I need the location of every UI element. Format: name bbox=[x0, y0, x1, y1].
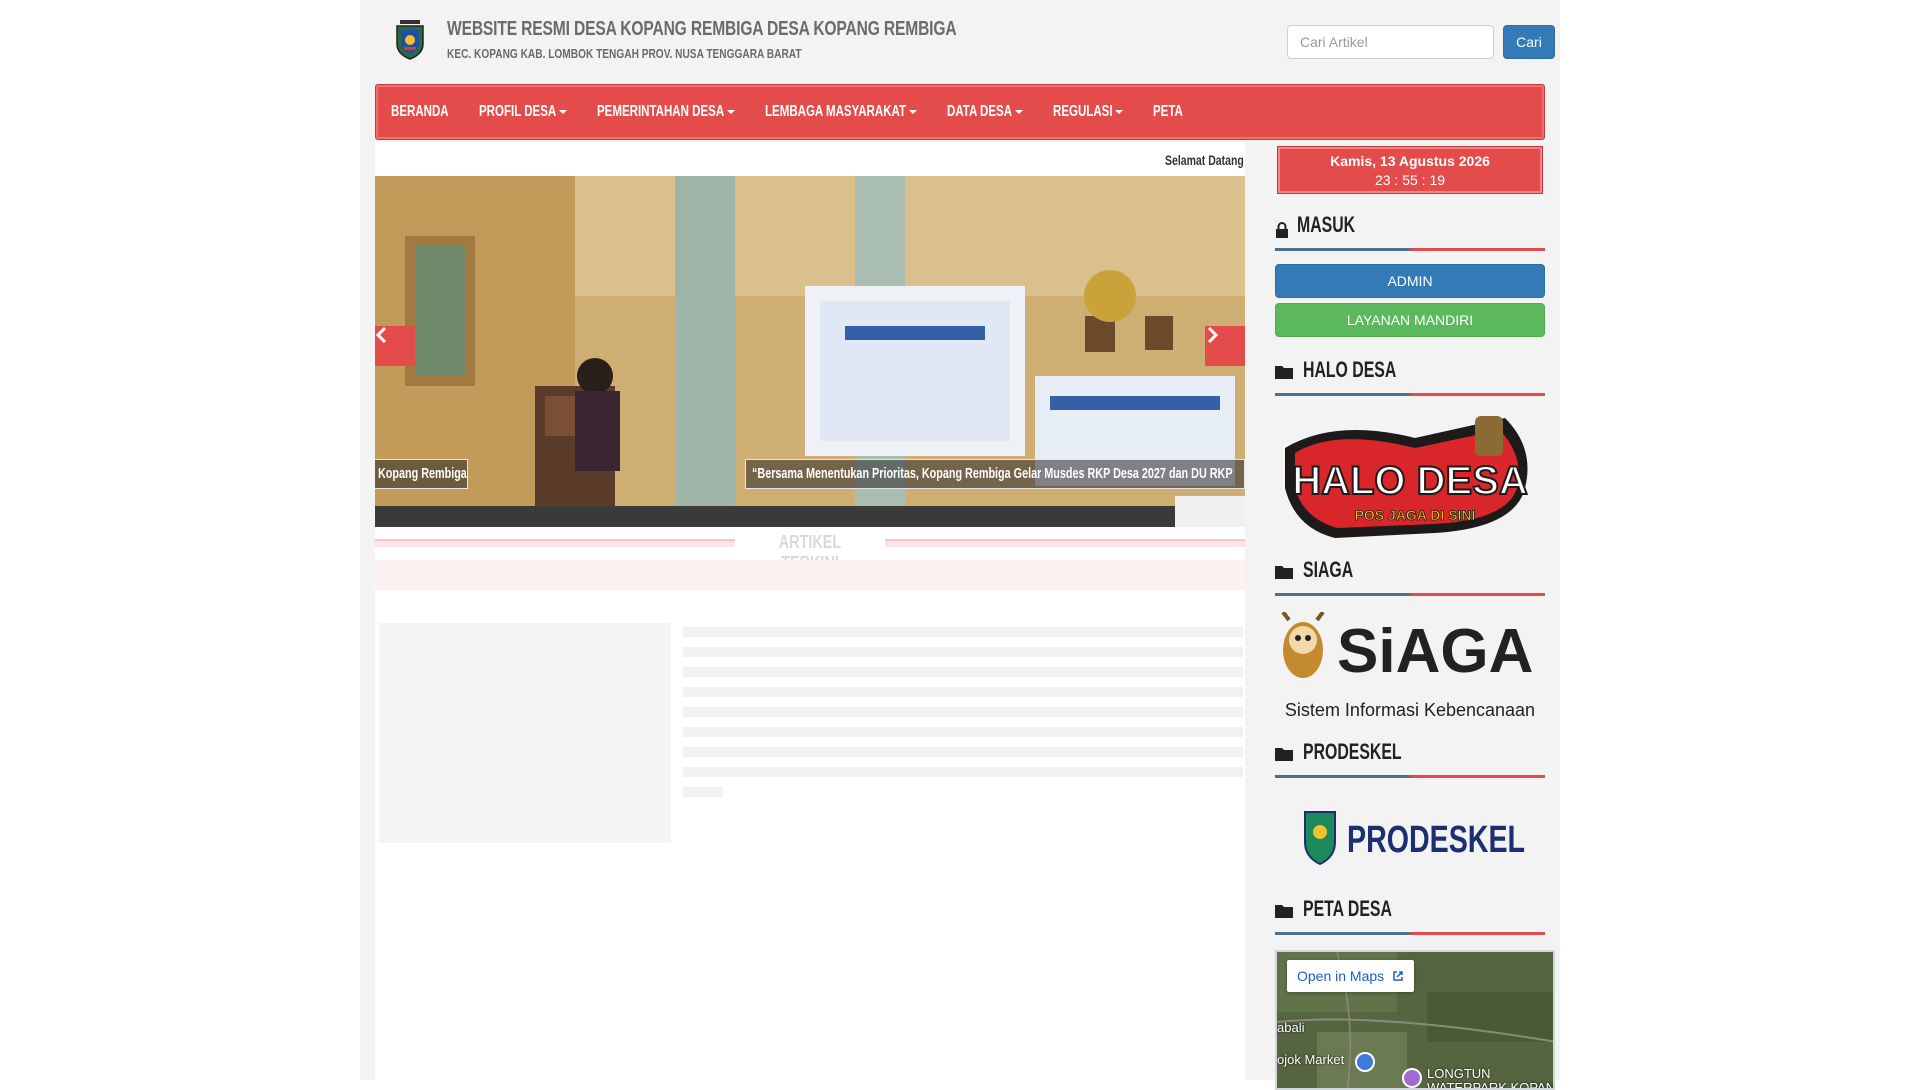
folder-icon bbox=[1275, 566, 1293, 579]
prodeskel-banner[interactable]: PRODESKEL bbox=[1275, 802, 1545, 872]
nav-lembaga-masyarakat[interactable]: LEMBAGA MASYARAKAT bbox=[758, 85, 924, 139]
slide-caption-text: “Bersama Menentukan Prioritas, Kopang Re… bbox=[752, 465, 1233, 482]
current-time: 23 : 55 : 19 bbox=[1374, 172, 1446, 188]
running-text: Selamat Datang bbox=[375, 142, 1245, 176]
widget-title-text: MASUK bbox=[1297, 212, 1356, 237]
title-underline bbox=[1275, 775, 1545, 778]
nav-data-desa[interactable]: DATA DESA bbox=[940, 85, 1030, 139]
article-excerpt bbox=[683, 627, 1243, 807]
main-navbar: BERANDA PROFIL DESA PEMERINTAHAN DESA LE… bbox=[375, 84, 1545, 140]
siaga-caption: Sistem Informasi Kebencanaan bbox=[1285, 700, 1535, 720]
widget-title-prodeskel: PRODESKEL bbox=[1275, 737, 1545, 778]
slider-next-button[interactable] bbox=[1205, 326, 1245, 366]
running-text-label: Selamat Datang bbox=[1165, 152, 1244, 168]
caret-down-icon bbox=[908, 110, 917, 114]
map-pin-icon[interactable] bbox=[1355, 1052, 1375, 1072]
layanan-mandiri-button[interactable]: LAYANAN MANDIRI bbox=[1275, 303, 1545, 337]
caret-down-icon bbox=[1015, 110, 1024, 114]
external-link-icon bbox=[1393, 971, 1403, 981]
map-place-label: WATERPARK KOPAN bbox=[1427, 1080, 1555, 1090]
prodeskel-logo: PRODESKEL bbox=[1304, 811, 1525, 866]
nav-label: DATA DESA bbox=[946, 103, 1012, 120]
page: WEBSITE RESMI DESA KOPANG REMBIGA DESA K… bbox=[360, 0, 1560, 1090]
widget-title-text: PETA DESA bbox=[1303, 896, 1392, 921]
heading-line bbox=[885, 539, 1245, 547]
nav-label: PROFIL DESA bbox=[478, 103, 556, 120]
prodeskel-logo-text: PRODESKEL bbox=[1347, 819, 1525, 861]
slide-caption-previous[interactable]: Kopang Rembiga bbox=[375, 459, 468, 489]
folder-icon bbox=[1275, 366, 1293, 379]
map-place-label: LONGTUN bbox=[1427, 1066, 1491, 1081]
halo-desa-logo: HALO DESA POS JAGA DI SINI bbox=[1285, 416, 1529, 538]
folder-icon bbox=[1275, 905, 1293, 918]
village-logo[interactable] bbox=[394, 20, 426, 60]
title-underline bbox=[1275, 393, 1545, 396]
title-underline bbox=[1275, 248, 1545, 251]
nav-peta[interactable]: PETA bbox=[1146, 85, 1190, 139]
search-input[interactable] bbox=[1287, 25, 1494, 59]
widget-title-text: PRODESKEL bbox=[1303, 739, 1402, 764]
section-heading: ARTIKEL TERKINI bbox=[375, 532, 1245, 573]
header: WEBSITE RESMI DESA KOPANG REMBIGA DESA K… bbox=[375, 0, 1555, 84]
nav-label: PETA bbox=[1153, 103, 1184, 120]
sidebar: Kamis, 13 Agustus 2026 23 : 55 : 19 MASU… bbox=[1275, 142, 1555, 1090]
slide-caption[interactable]: “Bersama Menentukan Prioritas, Kopang Re… bbox=[745, 459, 1245, 489]
widget-title-text: SIAGA bbox=[1303, 557, 1354, 582]
heading-line bbox=[375, 539, 735, 547]
chevron-left-icon bbox=[375, 326, 387, 344]
village-map[interactable]: Open in Maps abali ojok Market LONGTUN W… bbox=[1275, 950, 1555, 1090]
widget-title-masuk: MASUK bbox=[1275, 210, 1545, 251]
map-place-label: ojok Market bbox=[1277, 1052, 1345, 1067]
folder-icon bbox=[1275, 748, 1293, 761]
widget-title-peta-desa: PETA DESA bbox=[1275, 894, 1545, 935]
siaga-banner[interactable]: SiAGA Sistem Informasi Kebencanaan bbox=[1275, 610, 1545, 724]
article-thumbnail bbox=[379, 623, 671, 843]
nav-label: LEMBAGA MASYARAKAT bbox=[764, 103, 906, 120]
lock-icon bbox=[1276, 222, 1288, 238]
date-time-widget: Kamis, 13 Agustus 2026 23 : 55 : 19 bbox=[1277, 146, 1543, 194]
main-content: Selamat Datang Kopang Rembiga “Bersama M… bbox=[375, 142, 1245, 1080]
site-subtitle: KEC. KOPANG KAB. LOMBOK TENGAH PROV. NUS… bbox=[447, 46, 802, 61]
caret-down-icon bbox=[559, 110, 568, 114]
nav-label: PEMERINTAHAN DESA bbox=[597, 103, 725, 120]
admin-login-button[interactable]: ADMIN bbox=[1275, 264, 1545, 298]
nav-label: REGULASI bbox=[1053, 103, 1113, 120]
nav-regulasi[interactable]: REGULASI bbox=[1046, 85, 1130, 139]
article-title-bar bbox=[375, 560, 1245, 590]
halo-desa-logo-tagline: POS JAGA DI SINI bbox=[1355, 507, 1476, 523]
map-place-label: abali bbox=[1277, 1020, 1305, 1035]
widget-title-halo-desa: HALO DESA bbox=[1275, 355, 1545, 396]
nav-pemerintahan-desa[interactable]: PEMERINTAHAN DESA bbox=[590, 85, 742, 139]
widget-title-siaga: SIAGA bbox=[1275, 555, 1545, 596]
news-slider[interactable]: Kopang Rembiga “Bersama Menentukan Prior… bbox=[375, 176, 1245, 527]
slider-prev-button[interactable] bbox=[375, 326, 415, 366]
open-in-maps-label: Open in Maps bbox=[1297, 968, 1385, 984]
caret-down-icon bbox=[726, 110, 735, 114]
siaga-logo-text: SiAGA bbox=[1337, 617, 1533, 686]
nav-label: BERANDA bbox=[391, 103, 449, 120]
current-date: Kamis, 13 Agustus 2026 bbox=[1330, 153, 1490, 169]
halo-desa-banner[interactable]: HALO DESA POS JAGA DI SINI bbox=[1275, 408, 1545, 548]
nav-beranda[interactable]: BERANDA bbox=[384, 85, 456, 139]
title-underline bbox=[1275, 932, 1545, 935]
search-button[interactable]: Cari bbox=[1503, 25, 1555, 59]
caret-down-icon bbox=[1115, 110, 1124, 114]
halo-desa-logo-text: HALO DESA bbox=[1292, 459, 1528, 503]
nav-profil-desa[interactable]: PROFIL DESA bbox=[472, 85, 575, 139]
site-title: WEBSITE RESMI DESA KOPANG REMBIGA DESA K… bbox=[447, 18, 957, 40]
title-underline bbox=[1275, 593, 1545, 596]
open-in-maps-link[interactable]: Open in Maps bbox=[1287, 960, 1415, 992]
siaga-logo: SiAGA Sistem Informasi Kebencanaan bbox=[1281, 610, 1535, 720]
slide-caption-text: Kopang Rembiga bbox=[378, 465, 467, 482]
latest-articles: ARTIKEL TERKINI bbox=[375, 527, 1245, 987]
chevron-right-icon bbox=[1207, 326, 1219, 344]
widget-title-text: HALO DESA bbox=[1303, 357, 1397, 382]
map-poi-icon[interactable] bbox=[1402, 1068, 1422, 1088]
